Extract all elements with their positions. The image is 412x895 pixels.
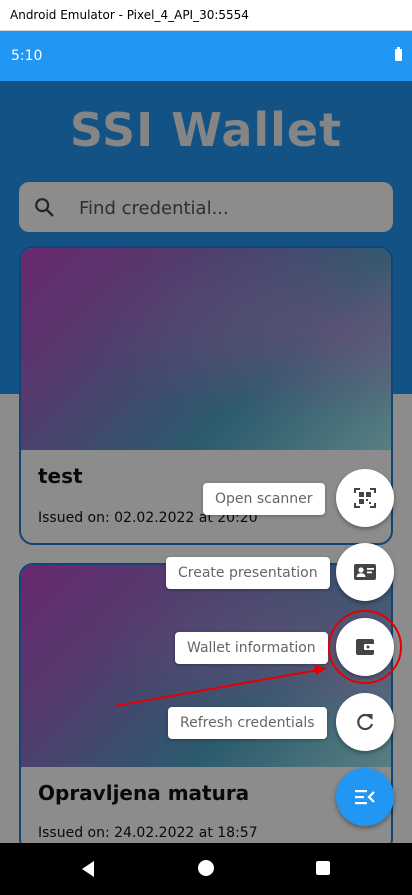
status-time: 5:10 — [11, 48, 43, 64]
battery-icon — [395, 47, 402, 61]
back-icon[interactable] — [80, 860, 96, 878]
status-bar: 5:10 — [0, 31, 412, 81]
annotation-arrow — [114, 665, 327, 707]
app-content: SSI Wallet test Issued on: 02.02.2022 at… — [0, 81, 412, 843]
home-icon[interactable] — [198, 860, 214, 876]
window-title-bar: Android Emulator - Pixel_4_API_30:5554 — [0, 0, 412, 31]
recent-apps-icon[interactable] — [316, 861, 330, 875]
android-navigation-bar — [0, 843, 412, 895]
window-title: Android Emulator - Pixel_4_API_30:5554 — [10, 8, 249, 22]
